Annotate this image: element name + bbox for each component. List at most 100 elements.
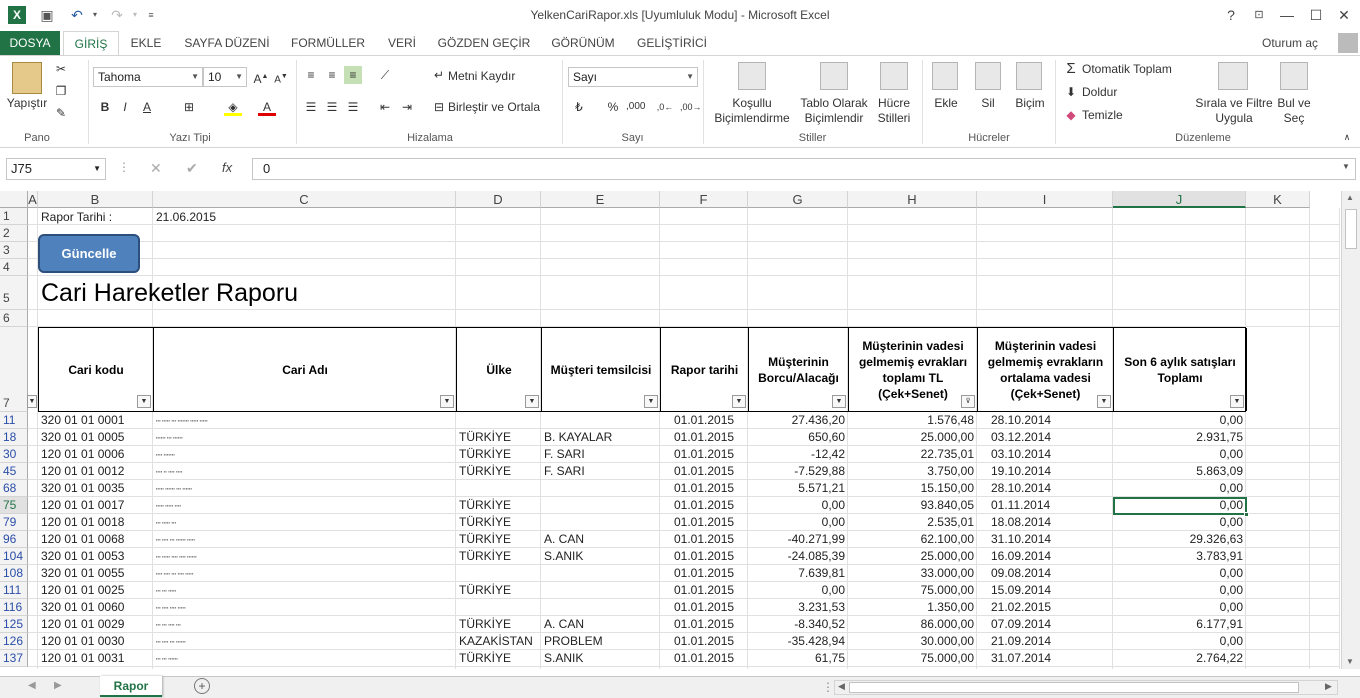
thousands-icon[interactable]: ,000 — [626, 98, 645, 116]
cell-code[interactable]: 120 01 01 0018 — [38, 514, 153, 531]
italic-icon[interactable]: I — [116, 98, 134, 116]
insert-function-icon[interactable]: fx — [222, 160, 232, 175]
cell-date[interactable]: 01.01.2015 — [660, 497, 748, 514]
cell-date[interactable]: 01.01.2015 — [660, 429, 748, 446]
cell-country[interactable] — [456, 480, 541, 497]
filter-dropdown-icon[interactable]: ▼ — [440, 395, 454, 408]
cell-code[interactable]: 320 01 01 0053 — [38, 548, 153, 565]
column-header-i[interactable]: I — [977, 191, 1113, 208]
cell-avg[interactable]: 31.10.2014 — [977, 531, 1113, 548]
cell-avg[interactable]: 09.08.2014 — [977, 565, 1113, 582]
cell-sales[interactable]: 0,00 — [1113, 633, 1246, 650]
percent-icon[interactable]: % — [604, 98, 622, 116]
format-as-table-button[interactable]: Tablo Olarak Biçimlendir — [796, 96, 872, 126]
filter-dropdown-icon[interactable]: ▼ — [1097, 395, 1111, 408]
refresh-button[interactable]: Güncelle — [38, 234, 140, 273]
cell-tl[interactable]: 75.000,00 — [848, 582, 977, 599]
cell-sales[interactable]: 0,00 — [1113, 565, 1246, 582]
cell-tl[interactable]: 3.750,00 — [848, 463, 977, 480]
column-header-f[interactable]: F — [660, 191, 748, 208]
filter-dropdown-icon[interactable]: ▼ — [27, 395, 37, 408]
column-header-d[interactable]: D — [456, 191, 541, 208]
maximize-icon[interactable]: ☐ — [1305, 5, 1327, 25]
worksheet-grid[interactable]: ABCDEFGHIJK 1234567 Rapor Tarihi : 21.06… — [0, 191, 1340, 669]
cell-country[interactable] — [456, 412, 541, 429]
cell-bal[interactable]: 650,60 — [748, 429, 848, 446]
hscroll-right-icon[interactable]: ▶ — [1325, 681, 1332, 692]
cell-tl[interactable]: 22.735,01 — [848, 446, 977, 463]
scroll-thumb[interactable] — [1345, 209, 1357, 249]
filter-dropdown-icon[interactable]: ▼ — [525, 395, 539, 408]
cell-tl[interactable]: 15.150,00 — [848, 480, 977, 497]
cell-date[interactable]: 01.01.2015 — [660, 463, 748, 480]
row-header[interactable]: 7 — [0, 327, 28, 412]
filter-dropdown-icon[interactable]: ▼ — [732, 395, 746, 408]
delete-cells-icon[interactable] — [975, 62, 1001, 90]
cell-name[interactable]: ▪▪▪ ▪▪▪▪ ▪▪▪▪ ▪▪▪▪▪ — [153, 599, 456, 616]
conditional-formatting-button[interactable]: Koşullu Biçimlendirme — [706, 96, 798, 126]
currency-icon[interactable]: ₺ — [570, 98, 588, 116]
fill-handle[interactable] — [1244, 512, 1249, 517]
cell-date[interactable]: 01.01.2015 — [660, 650, 748, 667]
format-painter-icon[interactable]: ✎ — [52, 104, 70, 122]
cell-tl[interactable]: 25.000,00 — [848, 429, 977, 446]
cell-sales[interactable]: 0,00 — [1113, 446, 1246, 463]
cell-rep[interactable] — [541, 582, 660, 599]
row-header[interactable]: 96 — [0, 531, 28, 548]
cell-code[interactable]: 120 01 01 0006 — [38, 446, 153, 463]
more-icon[interactable]: ⋮ — [118, 160, 130, 174]
cell-bal[interactable]: 7.639,81 — [748, 565, 848, 582]
cell-tl[interactable]: 1.576,48 — [848, 412, 977, 429]
cell-sales[interactable]: 6.177,91 — [1113, 616, 1246, 633]
fill-icon[interactable]: ⬇ — [1062, 83, 1080, 101]
row-header[interactable]: 18 — [0, 429, 28, 446]
cell-name[interactable]: ▪▪▪ ▪▪▪ ▪▪▪▪ ▪▪▪ — [153, 616, 456, 633]
cell-tl[interactable]: 25.000,00 — [848, 548, 977, 565]
column-header-c[interactable]: C — [153, 191, 456, 208]
font-color-icon[interactable]: A — [258, 98, 276, 116]
expand-formula-icon[interactable]: ▼ — [1342, 162, 1350, 171]
cell-country[interactable]: TÜRKİYE — [456, 531, 541, 548]
row-header[interactable]: 111 — [0, 582, 28, 599]
enter-icon[interactable]: ✔ — [186, 160, 198, 177]
tab-data[interactable]: VERİ — [380, 31, 424, 56]
chevron-down-icon[interactable]: ▼ — [686, 68, 694, 86]
cell-bal[interactable]: 0,00 — [748, 582, 848, 599]
sort-filter-button[interactable]: Sırala ve Filtre Uygula — [1194, 96, 1274, 126]
cell-date[interactable]: 01.01.2015 — [660, 616, 748, 633]
cell-styles-icon[interactable] — [880, 62, 908, 90]
cell-name[interactable]: ▪▪▪▪ ▪▪▪▪▪▪▪ — [153, 446, 456, 463]
chevron-down-icon[interactable]: ▼ — [93, 159, 101, 179]
cancel-icon[interactable]: ✕ — [150, 160, 162, 177]
row-header[interactable]: 116 — [0, 599, 28, 616]
cell-sales[interactable]: 29.326,63 — [1113, 531, 1246, 548]
vertical-scrollbar[interactable]: ▲ ▼ — [1341, 191, 1360, 669]
cell-tl[interactable]: 1.350,00 — [848, 599, 977, 616]
font-name-combo[interactable]: Tahoma ▼ — [93, 67, 203, 87]
tab-home[interactable]: GİRİŞ — [63, 31, 119, 56]
cell-name[interactable]: ▪▪▪▪▪▪ ▪▪▪ ▪▪▪▪▪▪ — [153, 429, 456, 446]
tab-view[interactable]: GÖRÜNÜM — [545, 31, 621, 56]
merge-center-icon[interactable]: ⊟ — [430, 98, 448, 116]
cell-name[interactable]: ▪▪▪ ▪▪▪ ▪▪▪▪▪▪ — [153, 650, 456, 667]
cell-name[interactable]: ▪▪▪ ▪▪▪▪ ▪▪▪ ▪▪▪▪▪▪ ▪▪▪▪▪ — [153, 531, 456, 548]
cell-date[interactable]: 01.01.2015 — [660, 633, 748, 650]
cell-tl[interactable]: 62.100,00 — [848, 531, 977, 548]
autosum-icon[interactable]: Σ — [1062, 60, 1080, 78]
fill-color-icon[interactable]: ◈ — [224, 98, 242, 116]
row-header[interactable]: 108 — [0, 565, 28, 582]
bold-icon[interactable]: B — [96, 98, 114, 116]
cell-name[interactable]: ▪▪▪ ▪▪▪▪ ▪▪▪ ▪▪▪▪▪▪ — [153, 633, 456, 650]
cell-date[interactable]: 01.01.2015 — [660, 480, 748, 497]
row-header[interactable]: 104 — [0, 548, 28, 565]
cell-sales[interactable]: 0,00 — [1113, 412, 1246, 429]
cell-country[interactable]: TÜRKİYE — [456, 582, 541, 599]
sheet-tab-rapor[interactable]: Rapor — [100, 676, 162, 697]
cell-bal[interactable]: -12,42 — [748, 446, 848, 463]
cell-code[interactable]: 120 01 01 0031 — [38, 650, 153, 667]
row-header[interactable]: 6 — [0, 310, 28, 327]
cell-tl[interactable]: 30.000,00 — [848, 633, 977, 650]
filter-dropdown-icon[interactable]: ⊽ — [961, 395, 975, 408]
sort-filter-icon[interactable] — [1218, 62, 1248, 90]
tab-insert[interactable]: EKLE — [126, 31, 166, 56]
